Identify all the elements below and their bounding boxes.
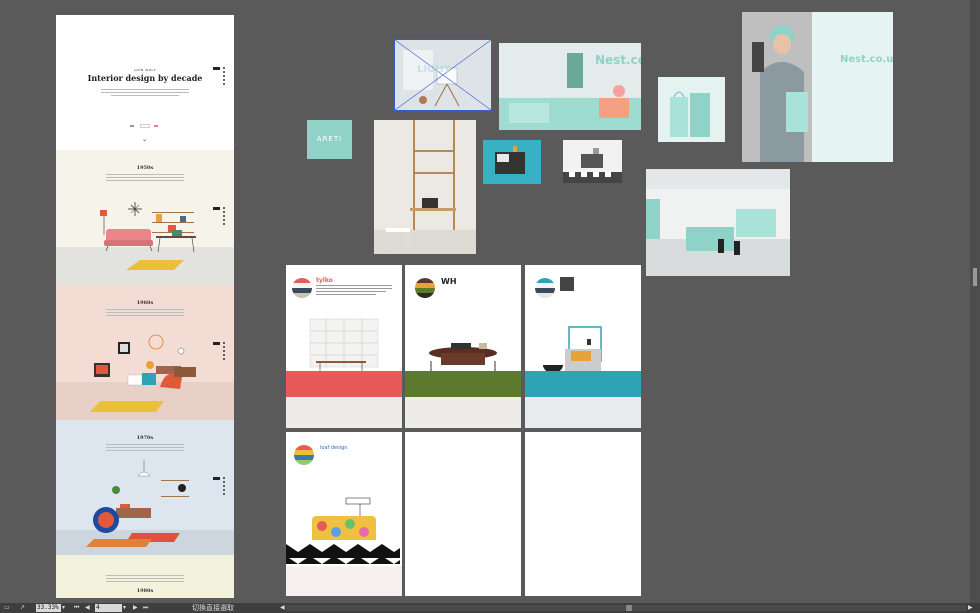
decade-section-1980s: 1980s (56, 555, 234, 598)
nav-tag (213, 67, 220, 70)
page-field[interactable]: 4 (95, 604, 122, 612)
showroom-photo[interactable] (646, 169, 790, 276)
decade-section-1960s: 1960s (56, 285, 234, 420)
page-title: Interior design by decade (87, 73, 203, 83)
room-illustration-1970s (56, 460, 234, 555)
hero-section: JOHN WOLF Interior design by decade ⌄ (56, 15, 234, 150)
scroll-thumb[interactable] (973, 268, 977, 286)
zoom-field[interactable]: 33.33% (36, 604, 61, 612)
nest-person-photo[interactable]: Nest.co.uk (742, 12, 893, 162)
prev-page-icon[interactable]: ◀ (85, 604, 90, 612)
lamp-photo-selected[interactable]: LIGHT (394, 39, 492, 111)
zoom-dropdown-icon[interactable]: ▾ (62, 604, 65, 612)
artboard-icon[interactable]: ▭ (4, 604, 10, 612)
artboard-wh[interactable]: WH (405, 265, 521, 428)
page-dropdown-icon[interactable]: ▾ (123, 604, 126, 612)
vertical-scrollbar[interactable] (970, 0, 980, 603)
checker-floor-photo[interactable] (563, 140, 622, 183)
areti-logo-image[interactable]: ARETI (307, 120, 352, 159)
tool-mode-label: 切換直接選取 (192, 604, 234, 612)
teal-cabinet-photo[interactable] (483, 140, 541, 184)
brand-name: JOHN WOLF (134, 68, 156, 72)
wall-desk-photo[interactable] (374, 120, 476, 254)
artboard-nest[interactable] (525, 265, 641, 428)
scroll-right-icon[interactable]: ▶ (968, 604, 973, 612)
scroll-thumb[interactable] (626, 605, 632, 611)
room-illustration-1950s (56, 202, 234, 285)
decade-section-1950s: 1950s (56, 150, 234, 285)
share-icon[interactable]: ↗ (20, 604, 25, 612)
artboard-tylko[interactable]: tylko (286, 265, 402, 428)
decade-title: 1980s (136, 588, 154, 594)
nest-store-photo[interactable]: Nest.co.uk (499, 43, 641, 130)
artboard-loaf[interactable]: loaf design (286, 432, 402, 596)
room-illustration-1960s (56, 334, 234, 420)
chevron-down-icon[interactable]: ⌄ (142, 136, 147, 143)
hero-controls[interactable] (130, 124, 160, 128)
artboard-blank-2[interactable] (525, 432, 641, 596)
last-page-icon[interactable]: ⏭ (143, 604, 148, 612)
horizontal-scrollbar[interactable] (286, 605, 966, 611)
scroll-left-icon[interactable]: ◀ (280, 604, 285, 612)
next-page-icon[interactable]: ▶ (133, 604, 138, 612)
status-bar: ▭ ↗ 33.33% ▾ ⏮ ◀ 4 ▾ ▶ ⏭ 切換直接選取 ◀ ▶ (0, 603, 980, 613)
long-page-artboard[interactable]: JOHN WOLF Interior design by decade ⌄ 19… (56, 15, 234, 598)
first-page-icon[interactable]: ⏮ (74, 604, 79, 612)
nest-bags-photo[interactable] (658, 77, 725, 142)
artboard-blank-1[interactable] (405, 432, 521, 596)
section-dots[interactable] (223, 65, 225, 87)
decade-section-1970s: 1970s (56, 420, 234, 555)
